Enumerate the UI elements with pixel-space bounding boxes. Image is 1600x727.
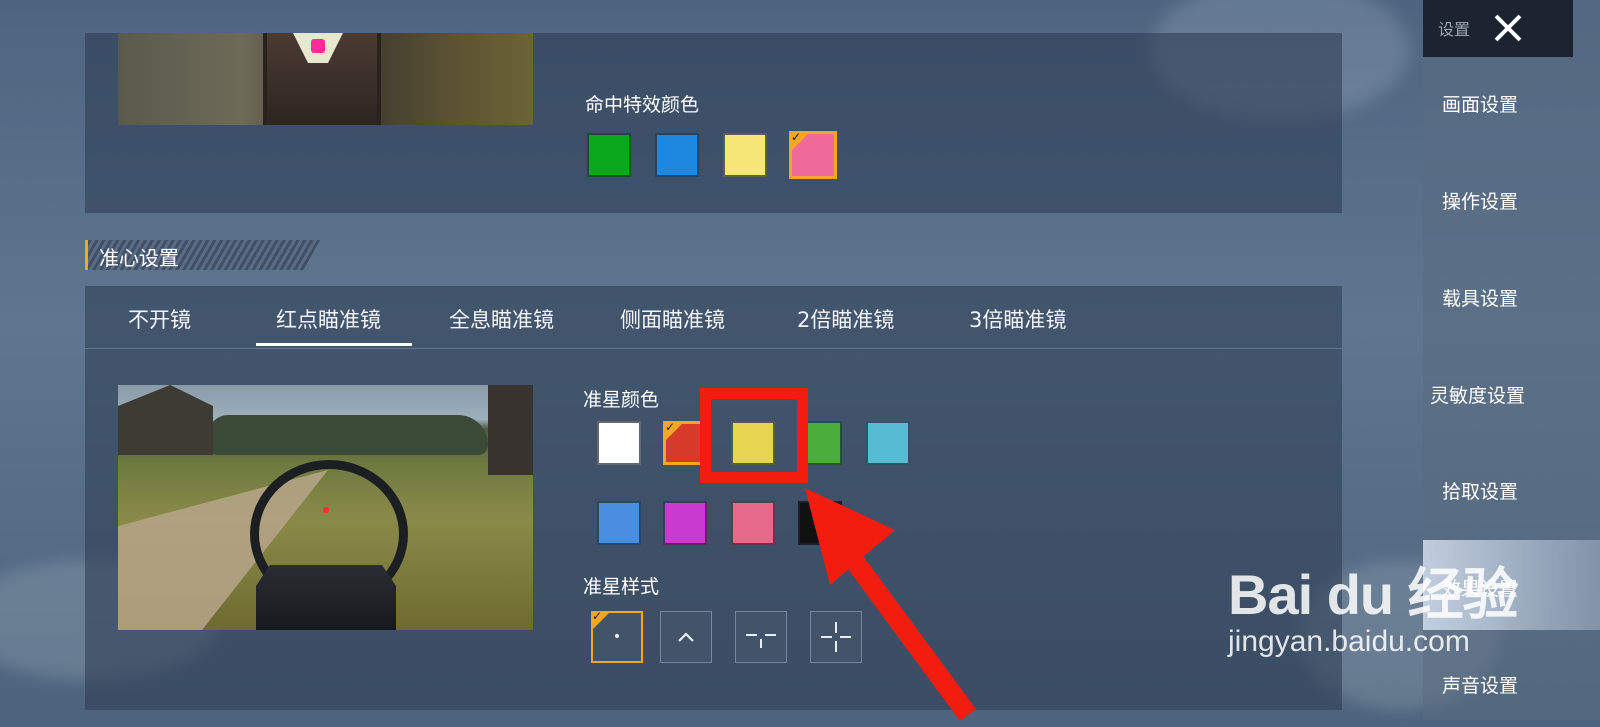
baidu-watermark: Bai du 经验 jingyan.baidu.com — [1228, 550, 1519, 659]
settings-title: 设置 — [1438, 20, 1471, 39]
sidebar-item-label: 声音设置 — [1442, 675, 1519, 697]
sidebar-item-graphics[interactable]: 画面设置 — [1423, 56, 1600, 146]
close-icon[interactable] — [1488, 8, 1528, 48]
sidebar-item-controls[interactable]: 操作设置 — [1423, 153, 1600, 243]
sidebar-item-label: 画面设置 — [1442, 94, 1519, 116]
sidebar-item-label: 载具设置 — [1442, 288, 1519, 310]
sidebar-item-label: 拾取设置 — [1442, 481, 1519, 503]
sidebar-item-sensitivity[interactable]: 灵敏度设置 — [1423, 347, 1600, 437]
watermark-logo: Bai du 经验 — [1228, 563, 1519, 626]
sidebar-item-pickup[interactable]: 拾取设置 — [1423, 443, 1600, 533]
sidebar-item-label: 灵敏度设置 — [1430, 385, 1526, 407]
sidebar-item-label: 操作设置 — [1442, 191, 1519, 213]
sidebar-item-vehicle[interactable]: 载具设置 — [1423, 250, 1600, 340]
